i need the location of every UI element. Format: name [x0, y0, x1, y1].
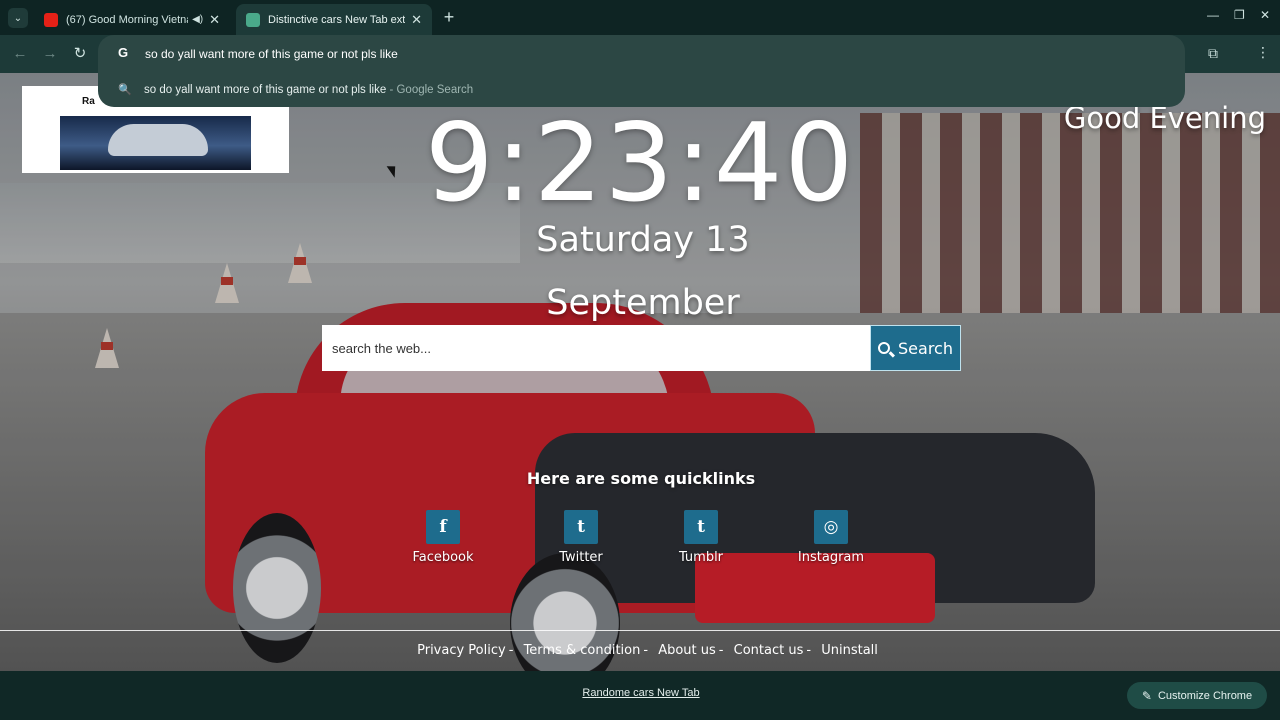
search-icon — [878, 342, 891, 354]
privacy-policy-link[interactable]: Privacy Policy — [417, 643, 506, 658]
tab-strip: ⌄ (67) Good Morning Vietnam ◀) ✕ Distinc… — [0, 0, 1280, 35]
new-tab-icon[interactable]: + — [440, 8, 458, 26]
minimize-icon[interactable]: — — [1207, 8, 1219, 22]
search-input[interactable] — [322, 325, 870, 371]
date-month: September — [546, 283, 740, 323]
extension-name-link[interactable]: Randome cars New Tab — [0, 687, 1280, 699]
about-us-link[interactable]: About us — [658, 643, 716, 658]
youtube-favicon-icon — [44, 12, 58, 27]
twitter-icon: t — [564, 510, 598, 544]
web-search: Search — [322, 325, 961, 371]
tab-search-button[interactable]: ⌄ — [8, 8, 28, 28]
quicklink-tumblr[interactable]: t Tumblr — [656, 510, 746, 565]
tab-distinctive-cars[interactable]: Distinctive cars New Tab extension ✕ — [236, 4, 432, 35]
quicklink-facebook[interactable]: f Facebook — [398, 510, 488, 565]
close-tab-icon[interactable]: ✕ — [209, 12, 220, 28]
google-icon: G — [118, 45, 129, 60]
facebook-icon: f — [426, 510, 460, 544]
omnibox-dropdown — [98, 35, 1185, 107]
tab-title: Distinctive cars New Tab extension — [268, 13, 406, 26]
more-menu-icon[interactable]: ⋮ — [1256, 44, 1270, 61]
quicklink-label: Tumblr — [678, 550, 724, 565]
bottom-bar: Randome cars New Tab ✎ Customize Chrome — [0, 671, 1280, 720]
quicklink-twitter[interactable]: t Twitter — [536, 510, 626, 565]
quicklink-label: Facebook — [412, 550, 474, 565]
pencil-icon: ✎ — [1141, 688, 1152, 703]
close-tab-icon[interactable]: ✕ — [411, 12, 422, 28]
forward-arrow-icon[interactable]: → — [40, 44, 60, 64]
tab-title: (67) Good Morning Vietnam — [66, 13, 189, 26]
new-tab-page: Ra 9:23:40 Good Evening Saturday 13 Sept… — [0, 73, 1280, 671]
search-icon: 🔍 — [118, 84, 132, 96]
uninstall-link[interactable]: Uninstall — [821, 643, 878, 658]
instagram-icon: ◎ — [814, 510, 848, 544]
search-button-label: Search — [898, 338, 953, 358]
date-day: Saturday 13 — [536, 220, 750, 260]
footer-links: Privacy Policy - Terms & condition - About… — [417, 643, 878, 658]
tumblr-icon: t — [684, 510, 718, 544]
quicklink-label: Twitter — [559, 550, 603, 565]
restore-icon[interactable]: ❐ — [1234, 8, 1245, 22]
customize-chrome-button[interactable]: ✎ Customize Chrome — [1127, 682, 1267, 709]
back-arrow-icon[interactable]: ← — [10, 44, 30, 64]
footer-divider — [0, 630, 1280, 631]
quicklink-instagram[interactable]: ◎ Instagram — [786, 510, 876, 565]
search-button[interactable]: Search — [870, 325, 961, 371]
tab-youtube[interactable]: (67) Good Morning Vietnam ◀) ✕ — [34, 4, 230, 35]
contact-us-link[interactable]: Contact us — [734, 643, 804, 658]
speaker-icon[interactable]: ◀) — [192, 14, 203, 25]
quicklinks-title: Here are some quicklinks — [526, 469, 756, 488]
extension-favicon-icon — [246, 12, 260, 27]
terms-link[interactable]: Terms & condition — [524, 643, 641, 658]
omnibox-suggestion[interactable]: so do yall want more of this game or not… — [144, 84, 473, 96]
reload-icon[interactable]: ↻ — [70, 44, 90, 64]
close-window-icon[interactable]: ✕ — [1260, 8, 1270, 22]
extensions-puzzle-icon[interactable]: ⧉ — [1208, 45, 1218, 62]
customize-chrome-label: Customize Chrome — [1157, 689, 1253, 702]
quicklink-label: Instagram — [797, 550, 865, 565]
address-bar-input[interactable]: so do yall want more of this game or not… — [145, 47, 398, 61]
